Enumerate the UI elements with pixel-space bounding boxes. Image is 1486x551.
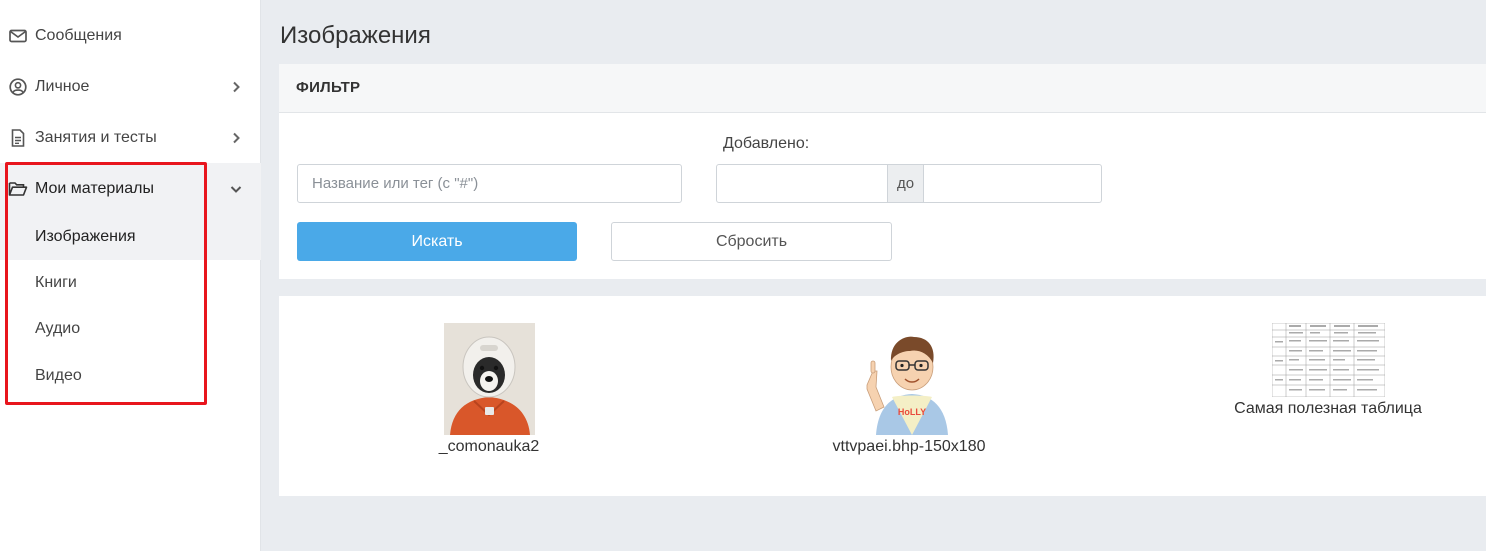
image-name: vttvpaei.bhp-150x180 <box>832 438 986 455</box>
filter-header: ФИЛЬТР <box>279 64 1486 113</box>
sidebar-subitem-books[interactable]: Книги <box>35 274 77 292</box>
date-range-separator: до <box>887 165 924 202</box>
gallery-item[interactable]: HoLLY vttvpaei.bhp-150x180 <box>804 323 1014 456</box>
sidebar-subitem-images[interactable]: Изображения <box>35 228 136 246</box>
dog-astronaut-thumbnail <box>443 323 535 435</box>
search-button[interactable]: Искать <box>297 222 577 261</box>
date-added-label: Добавлено: <box>723 135 810 152</box>
reset-button[interactable]: Сбросить <box>611 222 892 261</box>
date-range-group: до <box>716 164 1102 203</box>
folder-open-icon <box>8 181 28 196</box>
table-document-thumbnail <box>1271 323 1385 397</box>
user-circle-icon <box>9 77 27 96</box>
image-name: Самая полезная таблица <box>1234 400 1422 417</box>
image-gallery: _comonauka2 HoLLY vttvpaei.bhp-150x180 С… <box>279 296 1486 496</box>
filter-panel: ФИЛЬТР Добавлено: до Искать Сбросить <box>279 64 1486 279</box>
gallery-item[interactable]: Самая полезная таблица <box>1228 323 1428 418</box>
sidebar-item-label: Занятия и тесты <box>35 128 157 146</box>
gallery-item[interactable]: _comonauka2 <box>429 323 549 456</box>
sidebar-subitem-video[interactable]: Видео <box>35 367 82 385</box>
filter-header-label: ФИЛЬТР <box>296 79 361 96</box>
sidebar-item-label: Сообщения <box>35 26 122 44</box>
date-from-input[interactable] <box>717 165 887 202</box>
cartoon-boy-thumbnail: HoLLY <box>862 323 956 435</box>
sidebar: Сообщения Личное Занятия и тесты Мои мат… <box>0 0 261 551</box>
date-to-input[interactable] <box>924 165 1101 202</box>
svg-text:HoLLY: HoLLY <box>898 407 926 417</box>
page-title: Изображения <box>280 22 431 49</box>
sidebar-item-messages[interactable]: Сообщения <box>0 10 261 61</box>
envelope-icon <box>9 29 27 42</box>
sidebar-item-label: Личное <box>35 77 90 95</box>
image-name: _comonauka2 <box>438 438 540 455</box>
sidebar-item-personal[interactable]: Личное <box>0 61 261 112</box>
sidebar-item-lessons-tests[interactable]: Занятия и тесты <box>0 112 261 163</box>
document-icon <box>11 128 25 147</box>
sidebar-item-my-materials[interactable]: Мои материалы <box>0 163 261 214</box>
sidebar-item-label: Мои материалы <box>35 179 154 197</box>
search-input[interactable] <box>297 164 682 203</box>
sidebar-subitem-audio[interactable]: Аудио <box>35 320 80 338</box>
chevron-down-icon <box>230 185 242 193</box>
chevron-right-icon <box>233 132 240 143</box>
chevron-right-icon <box>233 81 240 92</box>
